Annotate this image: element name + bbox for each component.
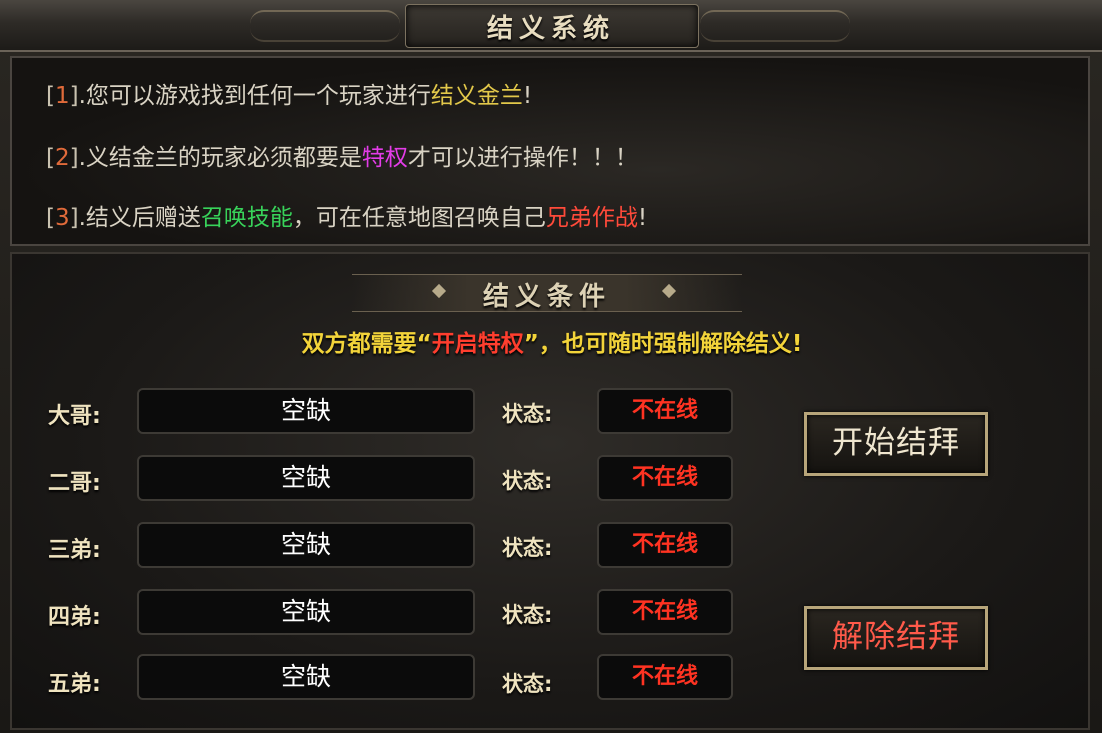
member-name-slot[interactable]: 空缺 bbox=[137, 522, 475, 568]
member-name-slot[interactable]: 空缺 bbox=[137, 589, 475, 635]
info-text-end: ! bbox=[637, 205, 648, 231]
info-text-end: ! bbox=[522, 83, 533, 109]
sworn-brotherhood-window: 结义系统 [1].您可以游戏找到任何一个玩家进行结义金兰! [2].义结金兰的玩… bbox=[0, 0, 1102, 733]
dragon-ornament-right-icon bbox=[700, 10, 850, 42]
member-name-slot[interactable]: 空缺 bbox=[137, 654, 475, 700]
info-line-1: [1].您可以游戏找到任何一个玩家进行结义金兰! bbox=[46, 76, 532, 110]
notice-quote-open: “ bbox=[416, 331, 432, 357]
notice-text-end: ，也可随时强制解除结义! bbox=[538, 331, 803, 357]
role-label: 大哥: bbox=[48, 404, 101, 429]
notice-text: 双方都需要 bbox=[301, 331, 417, 357]
status-value: 不在线 bbox=[597, 388, 733, 434]
status-label: 状态: bbox=[502, 402, 553, 426]
status-label: 状态: bbox=[502, 536, 553, 560]
info-number: 3 bbox=[54, 205, 70, 231]
info-highlight: 特权 bbox=[361, 145, 408, 171]
notice-quote-close: ” bbox=[523, 331, 539, 357]
notice-highlight: 开启特权 bbox=[431, 331, 524, 357]
bracket-close: ] bbox=[69, 83, 79, 109]
status-label: 状态: bbox=[502, 469, 553, 493]
bracket-open: [ bbox=[46, 83, 55, 109]
bracket-close: ] bbox=[69, 205, 79, 231]
info-number: 2 bbox=[54, 145, 70, 171]
info-highlight: 结义金兰 bbox=[430, 83, 523, 109]
info-text-mid: ，可在任意地图召唤自己 bbox=[292, 205, 546, 231]
info-highlight-2: 兄弟作战 bbox=[545, 205, 638, 231]
info-text-end: 才可以进行操作！！！ bbox=[407, 145, 638, 171]
member-name-slot[interactable]: 空缺 bbox=[137, 388, 475, 434]
status-value: 不在线 bbox=[597, 455, 733, 501]
window-title: 结义系统 bbox=[486, 14, 615, 44]
info-text: .您可以游戏找到任何一个玩家进行 bbox=[78, 83, 431, 109]
info-number: 1 bbox=[54, 83, 70, 109]
status-label: 状态: bbox=[502, 672, 553, 696]
dragon-ornament-left-icon bbox=[250, 10, 400, 42]
conditions-panel: 结义条件 双方都需要“开启特权”，也可随时强制解除结义! 大哥: 空缺 状态: … bbox=[10, 252, 1090, 730]
conditions-notice: 双方都需要“开启特权”，也可随时强制解除结义! bbox=[12, 324, 1092, 358]
member-name-slot[interactable]: 空缺 bbox=[137, 455, 475, 501]
start-sworn-button[interactable]: 开始结拜 bbox=[804, 412, 988, 476]
role-label: 五弟: bbox=[48, 672, 101, 697]
role-label: 三弟: bbox=[48, 538, 101, 563]
status-label: 状态: bbox=[502, 603, 553, 627]
bracket-open: [ bbox=[46, 205, 55, 231]
status-value: 不在线 bbox=[597, 654, 733, 700]
status-value: 不在线 bbox=[597, 589, 733, 635]
info-text: .结义后赠送 bbox=[78, 205, 201, 231]
info-line-3: [3].结义后赠送召唤技能，可在任意地图召唤自己兄弟作战! bbox=[46, 198, 647, 232]
info-text: .义结金兰的玩家必须都要是 bbox=[78, 145, 362, 171]
info-panel: [1].您可以游戏找到任何一个玩家进行结义金兰! [2].义结金兰的玩家必须都要… bbox=[10, 56, 1090, 246]
section-title: 结义条件 bbox=[482, 282, 611, 312]
role-label: 二哥: bbox=[48, 471, 101, 496]
info-highlight: 召唤技能 bbox=[200, 205, 293, 231]
bracket-open: [ bbox=[46, 145, 55, 171]
release-sworn-button[interactable]: 解除结拜 bbox=[804, 606, 988, 670]
bracket-close: ] bbox=[69, 145, 79, 171]
title-bar: 结义系统 bbox=[0, 0, 1102, 52]
role-label: 四弟: bbox=[48, 605, 101, 630]
info-line-2: [2].义结金兰的玩家必须都要是特权才可以进行操作！！！ bbox=[46, 138, 638, 172]
status-value: 不在线 bbox=[597, 522, 733, 568]
